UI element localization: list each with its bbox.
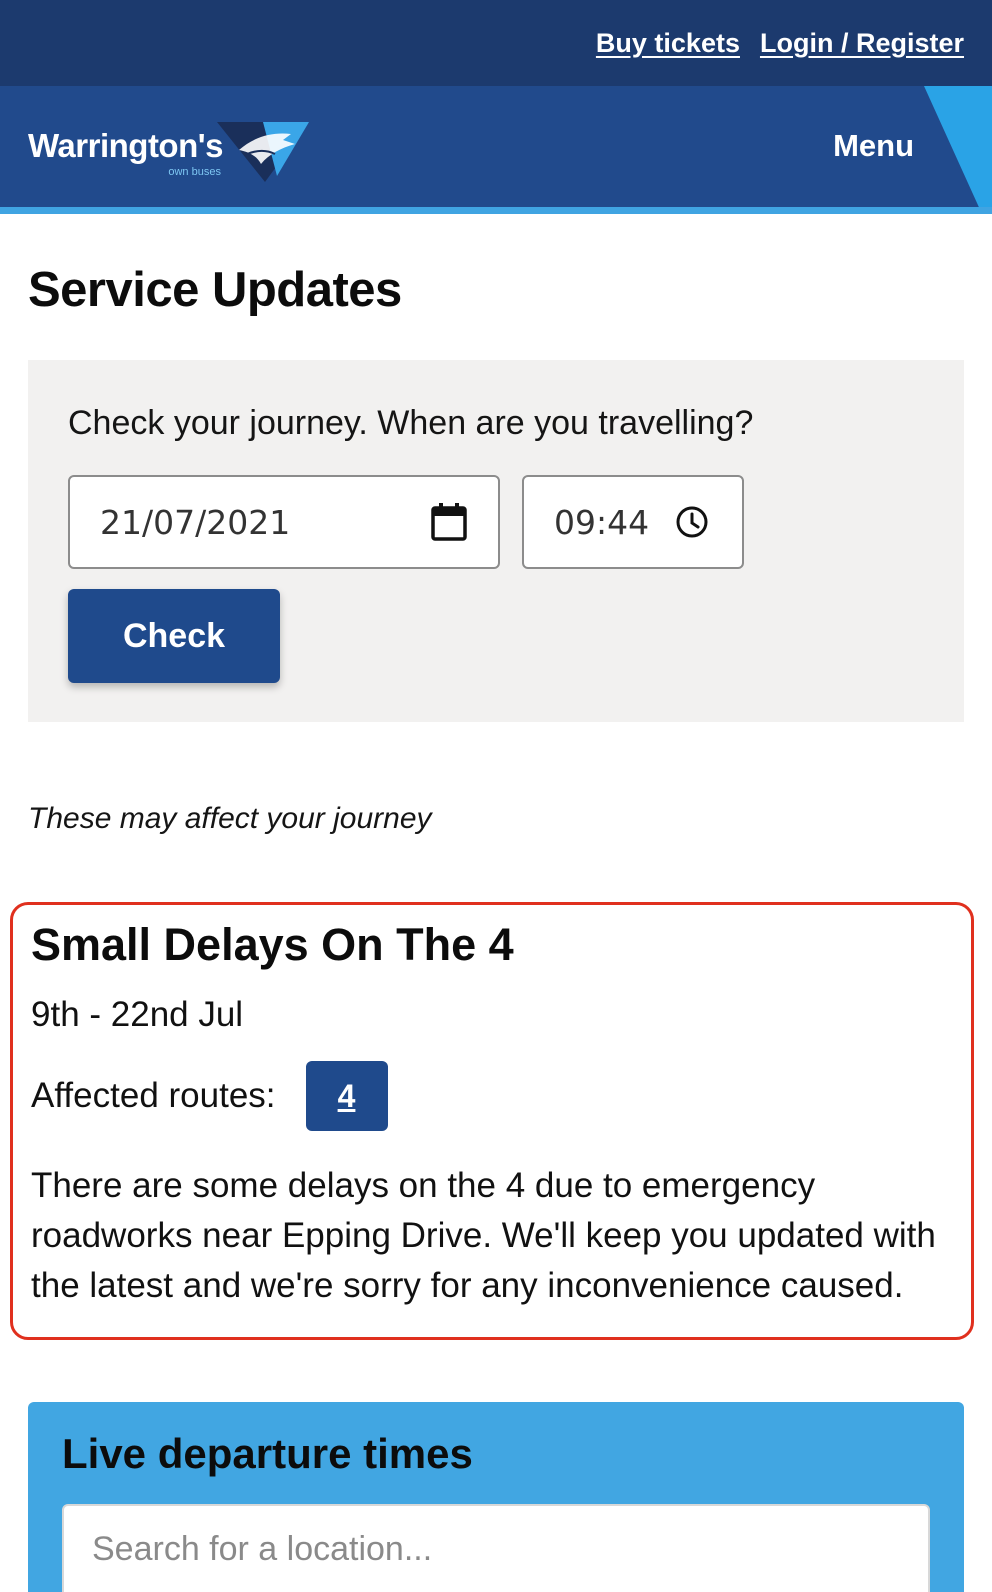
date-input[interactable]: 21/07/2021 <box>68 475 500 569</box>
logo-subtitle: own buses <box>168 166 221 178</box>
journey-inputs: 21/07/2021 09:44 <box>68 475 924 569</box>
live-departures-title: Live departure times <box>62 1430 473 1477</box>
login-register-link[interactable]: Login / Register <box>760 28 964 59</box>
location-search-input[interactable] <box>62 1504 930 1592</box>
check-button[interactable]: Check <box>68 589 280 683</box>
menu-button[interactable]: Menu <box>833 128 914 164</box>
top-utility-bar: Buy tickets Login / Register <box>0 0 992 86</box>
affected-routes-label: Affected routes: <box>31 1076 276 1115</box>
alert-title: Small Delays On The 4 <box>31 919 514 970</box>
service-alert-card: Small Delays On The 4 9th - 22nd Jul Aff… <box>10 902 974 1340</box>
affect-note: These may affect your journey <box>28 802 432 835</box>
alert-dates: 9th - 22nd Jul <box>31 995 244 1034</box>
logo-title: Warrington's <box>28 127 223 164</box>
clock-icon[interactable] <box>675 505 709 539</box>
header-corner-decoration <box>924 86 992 214</box>
site-header: Warrington's own buses Menu <box>0 86 992 214</box>
time-input[interactable]: 09:44 <box>522 475 744 569</box>
date-value: 21/07/2021 <box>100 502 291 542</box>
route-badge-4[interactable]: 4 <box>305 1061 388 1131</box>
site-logo[interactable]: Warrington's own buses <box>28 110 309 182</box>
buy-tickets-link[interactable]: Buy tickets <box>596 28 740 59</box>
wolf-logo-icon <box>216 122 309 182</box>
calendar-icon[interactable] <box>430 502 468 542</box>
live-departures-panel: Live departure times <box>28 1402 964 1592</box>
time-value: 09:44 <box>554 502 650 542</box>
journey-prompt: Check your journey. When are you travell… <box>68 404 754 442</box>
journey-check-panel: Check your journey. When are you travell… <box>28 360 964 722</box>
logo-wordmark: Warrington's own buses <box>28 127 223 178</box>
page-title: Service Updates <box>28 263 402 317</box>
affected-routes: Affected routes: 4 <box>31 1061 953 1131</box>
alert-description: There are some delays on the 4 due to em… <box>31 1166 936 1305</box>
header-stripe <box>0 207 992 214</box>
